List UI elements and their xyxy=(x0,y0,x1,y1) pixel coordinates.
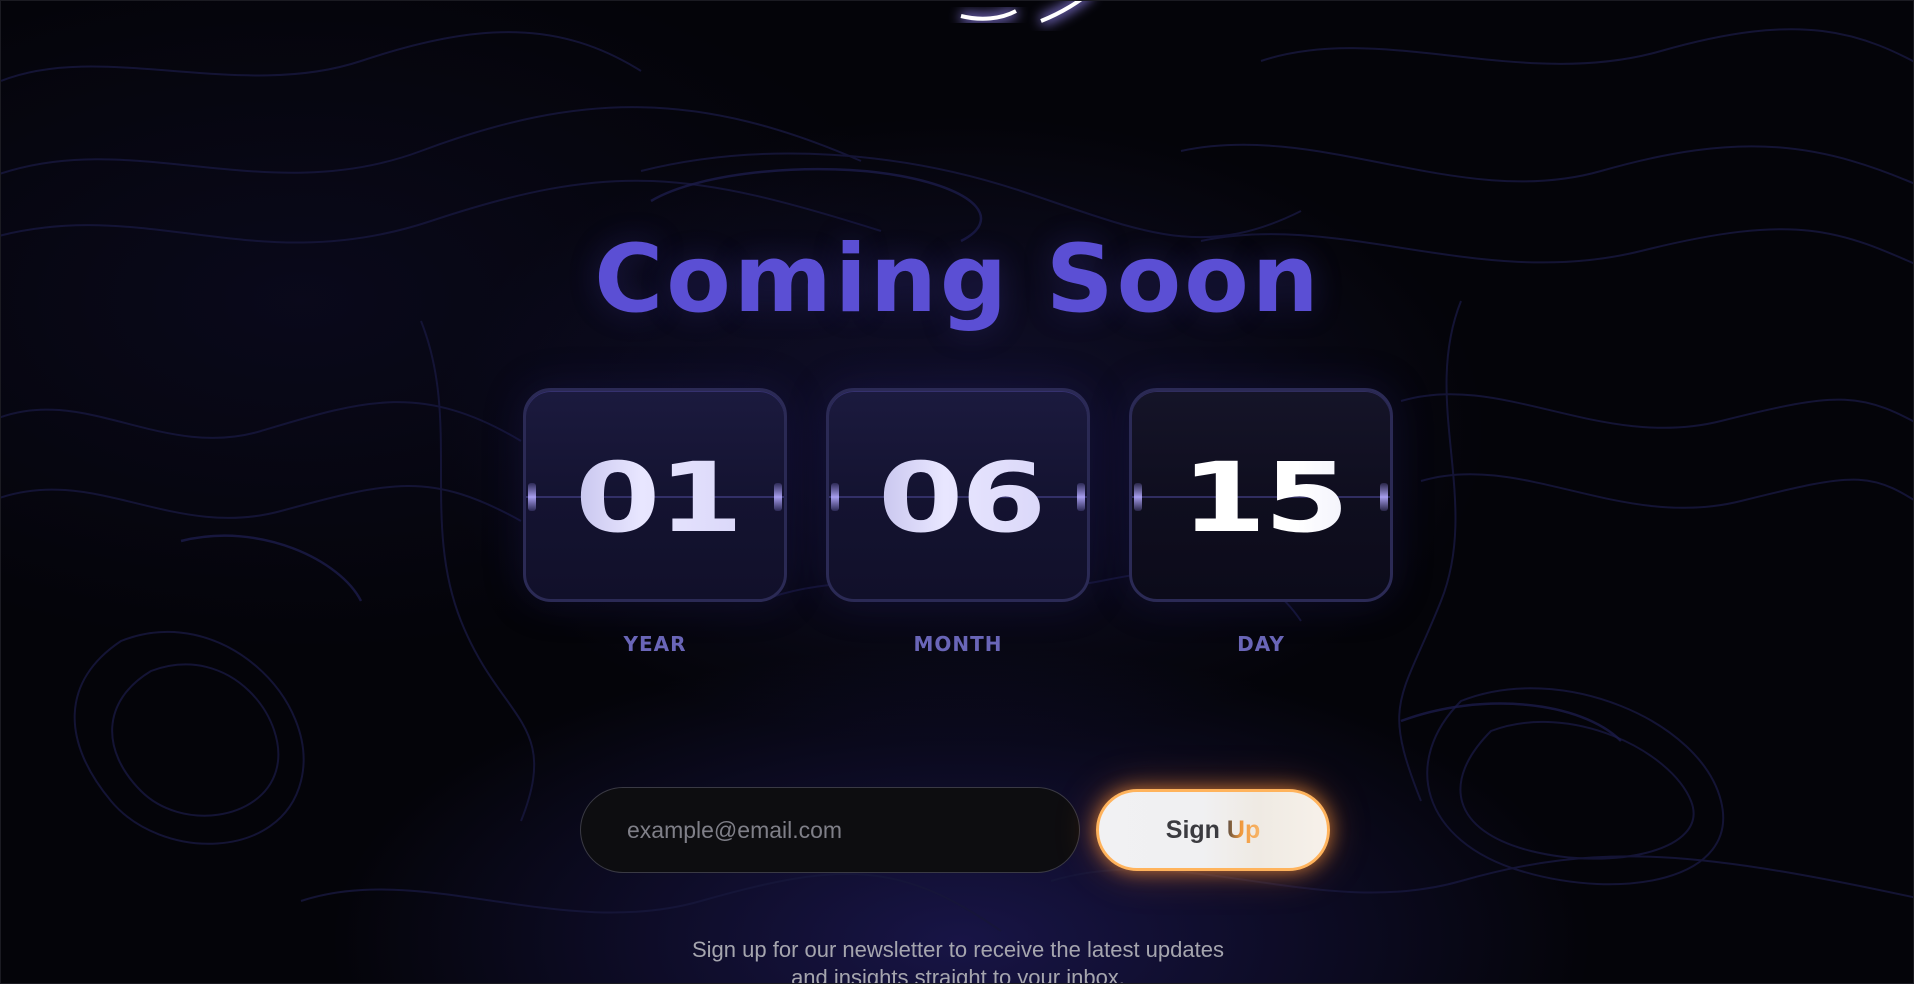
countdown-label-day: DAY xyxy=(1237,632,1285,656)
countdown-label-month: MONTH xyxy=(913,632,1003,656)
countdown-value-year: 01 xyxy=(526,391,784,599)
countdown: 01 YEAR 06 MONTH 15 DAY xyxy=(523,388,1393,668)
countdown-card-day: 15 xyxy=(1129,388,1393,602)
newsletter-line-1: Sign up for our newsletter to receive th… xyxy=(692,937,1224,962)
countdown-day: 15 DAY xyxy=(1129,388,1393,656)
countdown-value-month: 06 xyxy=(829,391,1087,599)
countdown-month: 06 MONTH xyxy=(826,388,1090,656)
countdown-value-day: 15 xyxy=(1132,391,1390,599)
countdown-label-year: YEAR xyxy=(623,632,687,656)
newsletter-description: Sign up for our newsletter to receive th… xyxy=(1,936,1913,984)
sign-up-button-label: Sign Up xyxy=(1165,815,1261,844)
logo-glow-icon xyxy=(959,1,1088,26)
countdown-year: 01 YEAR xyxy=(523,388,787,656)
coming-soon-page: Coming Soon 01 YEAR 06 MONTH 15 DAY exam… xyxy=(0,0,1914,984)
countdown-card-month: 06 xyxy=(826,388,1090,602)
sign-up-button[interactable]: Sign Up xyxy=(1096,789,1330,871)
email-input[interactable] xyxy=(580,787,1080,873)
signup-form: Sign Up xyxy=(580,787,1330,875)
newsletter-line-2: and insights straight to your inbox. xyxy=(791,965,1125,984)
page-title: Coming Soon xyxy=(594,225,1322,334)
countdown-card-year: 01 xyxy=(523,388,787,602)
